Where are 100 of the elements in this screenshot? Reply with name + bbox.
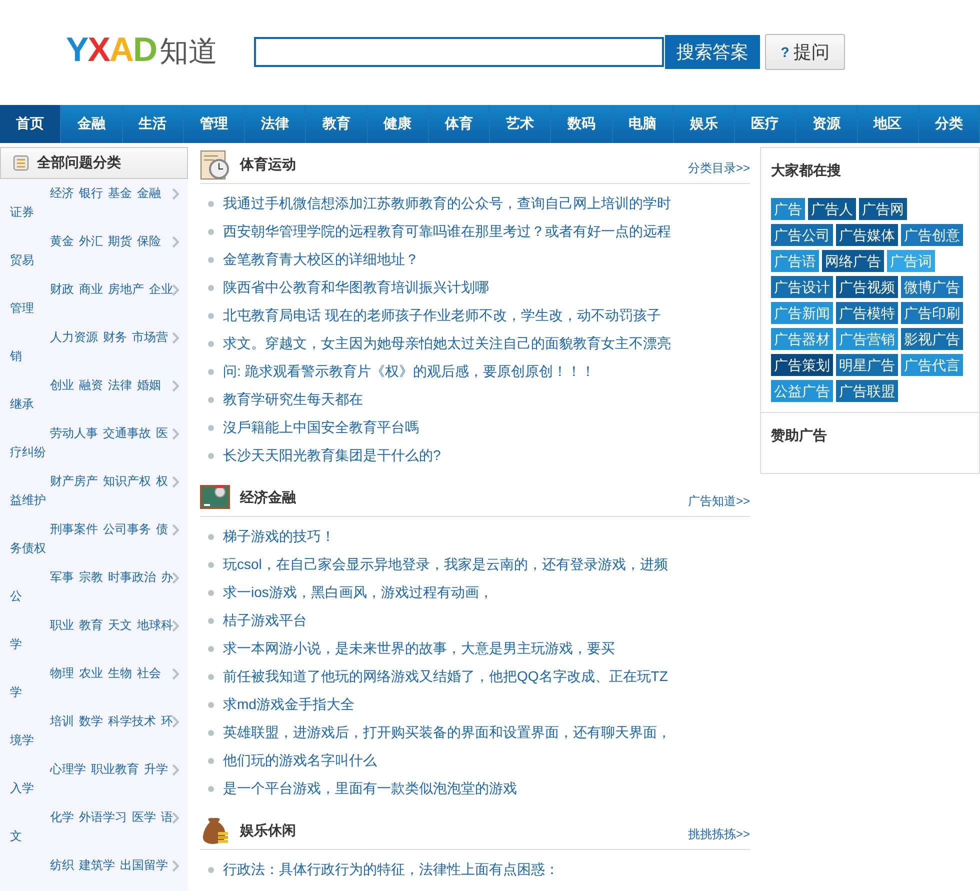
search-tag[interactable]: 广告器材 <box>771 328 833 350</box>
question-link[interactable]: 英雄联盟，进游戏后，打开购买装备的界面和设置界面，还有聊天界面， <box>223 724 671 742</box>
question-link[interactable]: 玩csol，在自己家会显示异地登录，我家是云南的，还有登录游戏，进频 <box>223 556 668 574</box>
more-link[interactable]: 分类目录>> <box>688 160 750 176</box>
question-link[interactable]: 前任被我知道了他玩的网络游戏又结婚了，他把QQ名字改成、正在玩TZ <box>223 668 668 686</box>
chevron-icon[interactable] <box>172 188 180 200</box>
nav-tab[interactable]: 管理 <box>184 105 245 143</box>
question-link[interactable]: 金笔教育青大校区的详细地址？ <box>223 251 419 269</box>
category-links[interactable]: 培训 数学 科学技术 环境学 <box>0 707 175 750</box>
category-links[interactable]: 经济 银行 基金 金融 证券 <box>0 179 175 222</box>
nav-tab[interactable]: 教育 <box>306 105 368 143</box>
chevron-icon[interactable] <box>172 860 180 872</box>
search-tag[interactable]: 广告网 <box>859 198 907 220</box>
nav-tab[interactable]: 分类 <box>918 105 980 143</box>
chevron-icon[interactable] <box>172 236 180 248</box>
question-link[interactable]: 行政法：具体行政行为的特征，法律性上面有点困惑： <box>223 861 559 879</box>
question-link[interactable]: 北屯教育局电话 现在的老师孩子作业老师不改，学生改，动不动罚孩子 <box>223 307 661 325</box>
chevron-icon[interactable] <box>172 476 180 488</box>
question-link[interactable]: 长沙天天阳光教育集团是干什么的? <box>223 447 441 465</box>
bullet-dot <box>208 562 214 568</box>
search-tag[interactable]: 微博广告 <box>901 276 963 298</box>
search-tag[interactable]: 明星广告 <box>836 354 898 376</box>
question-link[interactable]: 求一ios游戏，黑白画风，游戏过程有动画， <box>223 584 493 602</box>
category-links[interactable]: 财产房产 知识产权 权益维护 <box>0 467 175 510</box>
category-links[interactable]: 黄金 外汇 期货 保险 贸易 <box>0 227 175 270</box>
question-link[interactable]: 西安朝华管理学院的远程教育可靠吗谁在那里考过？或者有好一点的远程 <box>223 223 671 241</box>
bullet-dot <box>208 453 214 459</box>
category-links[interactable]: 军事 宗教 时事政治 办公 <box>0 563 175 606</box>
chevron-icon[interactable] <box>172 332 180 344</box>
chevron-icon[interactable] <box>172 428 180 440</box>
category-links[interactable]: 劳动人事 交通事故 医疗纠纷 <box>0 419 175 462</box>
chevron-icon[interactable] <box>172 524 180 536</box>
nav-tab[interactable]: 生活 <box>122 105 184 143</box>
search-tag[interactable]: 广告联盟 <box>836 380 898 402</box>
nav-tab[interactable]: 娱乐 <box>674 105 735 143</box>
question-link[interactable]: 求文。穿越文，女主因为她母亲怕她太过关注自己的面貌教育女主不漂亮 <box>223 335 671 353</box>
chevron-icon[interactable] <box>172 812 180 824</box>
search-tag[interactable]: 广告新闻 <box>771 302 833 324</box>
chevron-icon[interactable] <box>172 668 180 680</box>
search-field[interactable] <box>254 36 664 66</box>
search-tag[interactable]: 广告营销 <box>836 328 898 350</box>
search-tag[interactable]: 广告语 <box>771 250 819 272</box>
ask-button[interactable]: ? 提问 <box>765 34 845 70</box>
nav-tab[interactable]: 首页 <box>0 105 62 143</box>
nav-tab[interactable]: 数码 <box>551 105 612 143</box>
category-links[interactable]: 人力资源 财务 市场营销 <box>0 323 175 366</box>
nav-tab[interactable]: 资源 <box>796 105 858 143</box>
search-tag[interactable]: 公益广告 <box>771 380 833 402</box>
question-link[interactable]: 桔子游戏平台 <box>223 612 307 630</box>
question-link[interactable]: 他们玩的游戏名字叫什么 <box>223 752 377 770</box>
more-link[interactable]: 广告知道>> <box>688 492 750 510</box>
question-link[interactable]: 教育学研究生每天都在 <box>223 391 363 409</box>
question-link[interactable]: 梯子游戏的技巧！ <box>223 528 335 546</box>
category-links[interactable]: 刑事案件 公司事务 债务债权 <box>0 515 175 558</box>
search-tag[interactable]: 广告公司 <box>771 224 833 246</box>
search-tag[interactable]: 网络广告 <box>822 250 884 272</box>
search-tag[interactable]: 广告代言 <box>901 354 963 376</box>
search-tag[interactable]: 广告模特 <box>836 302 898 324</box>
chevron-icon[interactable] <box>172 380 180 392</box>
category-links[interactable]: 心理学 职业教育 升学入学 <box>0 755 175 798</box>
search-tag[interactable]: 广告 <box>771 198 805 220</box>
question-link[interactable]: 我通过手机微信想添加江苏教师教育的公众号，查询自己网上培训的学时 <box>223 195 671 213</box>
nav-tab[interactable]: 医疗 <box>735 105 796 143</box>
list-icon <box>13 155 29 171</box>
search-tag[interactable]: 广告印刷 <box>901 302 963 324</box>
question-link[interactable]: 沒戶籍能上中国安全教育平台嗎 <box>223 419 419 437</box>
search-tag[interactable]: 广告媒体 <box>836 224 898 246</box>
search-tag[interactable]: 影视广告 <box>901 328 963 350</box>
more-link[interactable]: 挑挑拣拣>> <box>688 826 750 842</box>
nav-tab[interactable]: 金融 <box>61 105 122 143</box>
search-tag[interactable]: 广告设计 <box>771 276 833 298</box>
search-tag[interactable]: 广告人 <box>808 198 856 220</box>
nav-tab[interactable]: 电脑 <box>612 105 674 143</box>
question-link[interactable]: 是一个平台游戏，里面有一款类似泡泡堂的游戏 <box>223 780 517 798</box>
search-tag[interactable]: 广告策划 <box>771 354 833 376</box>
category-links[interactable]: 物理 农业 生物 社会学 <box>0 659 175 702</box>
category-links[interactable]: 职业 教育 天文 地球科学 <box>0 611 175 654</box>
search-tag[interactable]: 广告创意 <box>901 224 963 246</box>
category-links[interactable]: 财政 商业 房地产 企业管理 <box>0 275 175 318</box>
nav-tab[interactable]: 体育 <box>428 105 490 143</box>
search-tag[interactable]: 广告视频 <box>836 276 898 298</box>
site-logo[interactable]: YXAD知道 <box>66 31 254 72</box>
chevron-icon[interactable] <box>172 716 180 728</box>
chevron-icon[interactable] <box>172 572 180 584</box>
question-link[interactable]: 陕西省中公教育和华图教育培训振兴计划哪 <box>223 279 489 297</box>
category-links[interactable]: 化学 外语学习 医学 语文 <box>0 803 175 846</box>
chevron-icon[interactable] <box>172 620 180 632</box>
nav-tab[interactable]: 健康 <box>368 105 429 143</box>
bullet-dot <box>208 618 214 624</box>
question-link[interactable]: 求一本网游小说，是未来世界的故事，大意是男主玩游戏，要买 <box>223 640 615 658</box>
category-links[interactable]: 纺织 建筑学 出国留学 <box>0 851 175 875</box>
question-link[interactable]: 问: 跪求观看警示教育片《权》的观后感，要原创原创！！！ <box>223 363 595 381</box>
question-link[interactable]: 求md游戏金手指大全 <box>223 696 354 714</box>
chevron-icon[interactable] <box>172 284 180 296</box>
nav-tab[interactable]: 艺术 <box>490 105 552 143</box>
search-button[interactable]: 搜索答案 <box>665 34 760 68</box>
nav-tab[interactable]: 地区 <box>858 105 919 143</box>
chevron-icon[interactable] <box>172 764 180 776</box>
category-links[interactable]: 创业 融资 法律 婚姻 继承 <box>0 371 175 414</box>
nav-tab[interactable]: 法律 <box>245 105 306 143</box>
